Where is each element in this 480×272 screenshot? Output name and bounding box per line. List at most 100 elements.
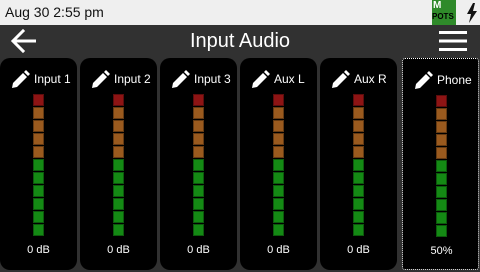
meter-segment (353, 198, 364, 210)
channel-level-value: 50% (430, 245, 453, 257)
meter-segment (273, 107, 284, 119)
meter-segment (113, 133, 124, 145)
channel-level-value: 0 dB (187, 244, 210, 256)
meter-segment (193, 107, 204, 119)
pencil-edit-icon[interactable] (330, 70, 350, 90)
channel-level-value: 0 dB (107, 244, 130, 256)
meter-segment (273, 172, 284, 184)
channel-strip-list: Input 1 0 dB Input 2 0 dB Input 3 0 dB Aux L 0 … (0, 58, 480, 272)
channel-strip[interactable]: Aux R 0 dB (320, 58, 397, 270)
pencil-edit-icon[interactable] (10, 70, 30, 90)
level-meter (436, 95, 447, 253)
meter-segment (113, 198, 124, 210)
meter-segment (33, 211, 44, 223)
meter-segment (33, 172, 44, 184)
meter-segment (353, 172, 364, 184)
pencil-edit-icon[interactable] (90, 70, 110, 90)
channel-strip[interactable]: Phone 50% (402, 58, 479, 270)
badge-bottom-text: POTS (432, 12, 454, 21)
meter-segment (273, 185, 284, 197)
meter-segment (33, 120, 44, 132)
meter-segment (353, 211, 364, 223)
meter-segment (193, 146, 204, 158)
page-title: Input Audio (189, 30, 291, 52)
meter-segment (353, 224, 364, 236)
meter-segment (353, 146, 364, 158)
meter-segment (33, 185, 44, 197)
channel-strip[interactable]: Input 2 0 dB (80, 58, 157, 270)
meter-segment (193, 185, 204, 197)
meter-segment (113, 146, 124, 158)
meter-segment (193, 198, 204, 210)
status-bar: Aug 30 2:55 pm M POTS (0, 0, 480, 25)
title-bar: Input Audio (0, 25, 480, 57)
meter-segment (436, 147, 447, 159)
meter-segment (273, 133, 284, 145)
meter-segment (436, 212, 447, 224)
channel-level-value: 0 dB (27, 244, 50, 256)
meter-segment (353, 107, 364, 119)
meter-segment (113, 94, 124, 106)
meter-segment (353, 120, 364, 132)
meter-segment (436, 225, 447, 237)
meter-segment (113, 107, 124, 119)
meter-segment (193, 94, 204, 106)
meter-segment (353, 94, 364, 106)
meter-segment (436, 121, 447, 133)
channel-label: Aux L (274, 72, 305, 86)
channel-label: Aux R (354, 72, 387, 86)
meter-segment (193, 224, 204, 236)
meter-segment (436, 134, 447, 146)
meter-segment (273, 159, 284, 171)
meter-segment (436, 186, 447, 198)
meter-segment (436, 160, 447, 172)
meter-segment (33, 133, 44, 145)
channel-strip[interactable]: Aux L 0 dB (240, 58, 317, 270)
channel-label: Input 1 (34, 72, 71, 86)
meter-segment (113, 159, 124, 171)
meter-segment (353, 159, 364, 171)
meter-segment (436, 199, 447, 211)
pencil-edit-icon[interactable] (170, 70, 190, 90)
meter-segment (113, 172, 124, 184)
meter-segment (33, 198, 44, 210)
pencil-edit-icon[interactable] (413, 71, 433, 91)
meter-segment (273, 224, 284, 236)
meter-segment (273, 211, 284, 223)
meter-segment (193, 159, 204, 171)
hamburger-menu-icon[interactable] (438, 29, 468, 53)
level-meter (113, 94, 124, 252)
meter-segment (353, 133, 364, 145)
meter-segment (193, 172, 204, 184)
meter-segment (273, 120, 284, 132)
meter-segment (436, 95, 447, 107)
meter-segment (33, 94, 44, 106)
meter-segment (193, 133, 204, 145)
meter-segment (113, 185, 124, 197)
level-meter (273, 94, 284, 252)
meter-segment (33, 159, 44, 171)
pencil-edit-icon[interactable] (250, 70, 270, 90)
channel-label: Phone (437, 73, 472, 87)
meter-segment (113, 120, 124, 132)
channel-label: Input 3 (194, 72, 231, 86)
meter-segment (353, 185, 364, 197)
meter-segment (273, 146, 284, 158)
status-time: Aug 30 2:55 pm (5, 4, 104, 20)
meter-segment (33, 146, 44, 158)
meter-segment (33, 224, 44, 236)
level-meter (353, 94, 364, 252)
power-bolt-icon (467, 3, 477, 23)
meter-segment (113, 224, 124, 236)
channel-level-value: 0 dB (267, 244, 290, 256)
channel-strip[interactable]: Input 1 0 dB (0, 58, 77, 270)
meter-segment (436, 173, 447, 185)
level-meter (193, 94, 204, 252)
channel-level-value: 0 dB (347, 244, 370, 256)
channel-label: Input 2 (114, 72, 151, 86)
badge-top-text: M (433, 0, 442, 11)
meter-segment (273, 94, 284, 106)
meter-segment (273, 198, 284, 210)
channel-strip[interactable]: Input 3 0 dB (160, 58, 237, 270)
meter-segment (436, 108, 447, 120)
